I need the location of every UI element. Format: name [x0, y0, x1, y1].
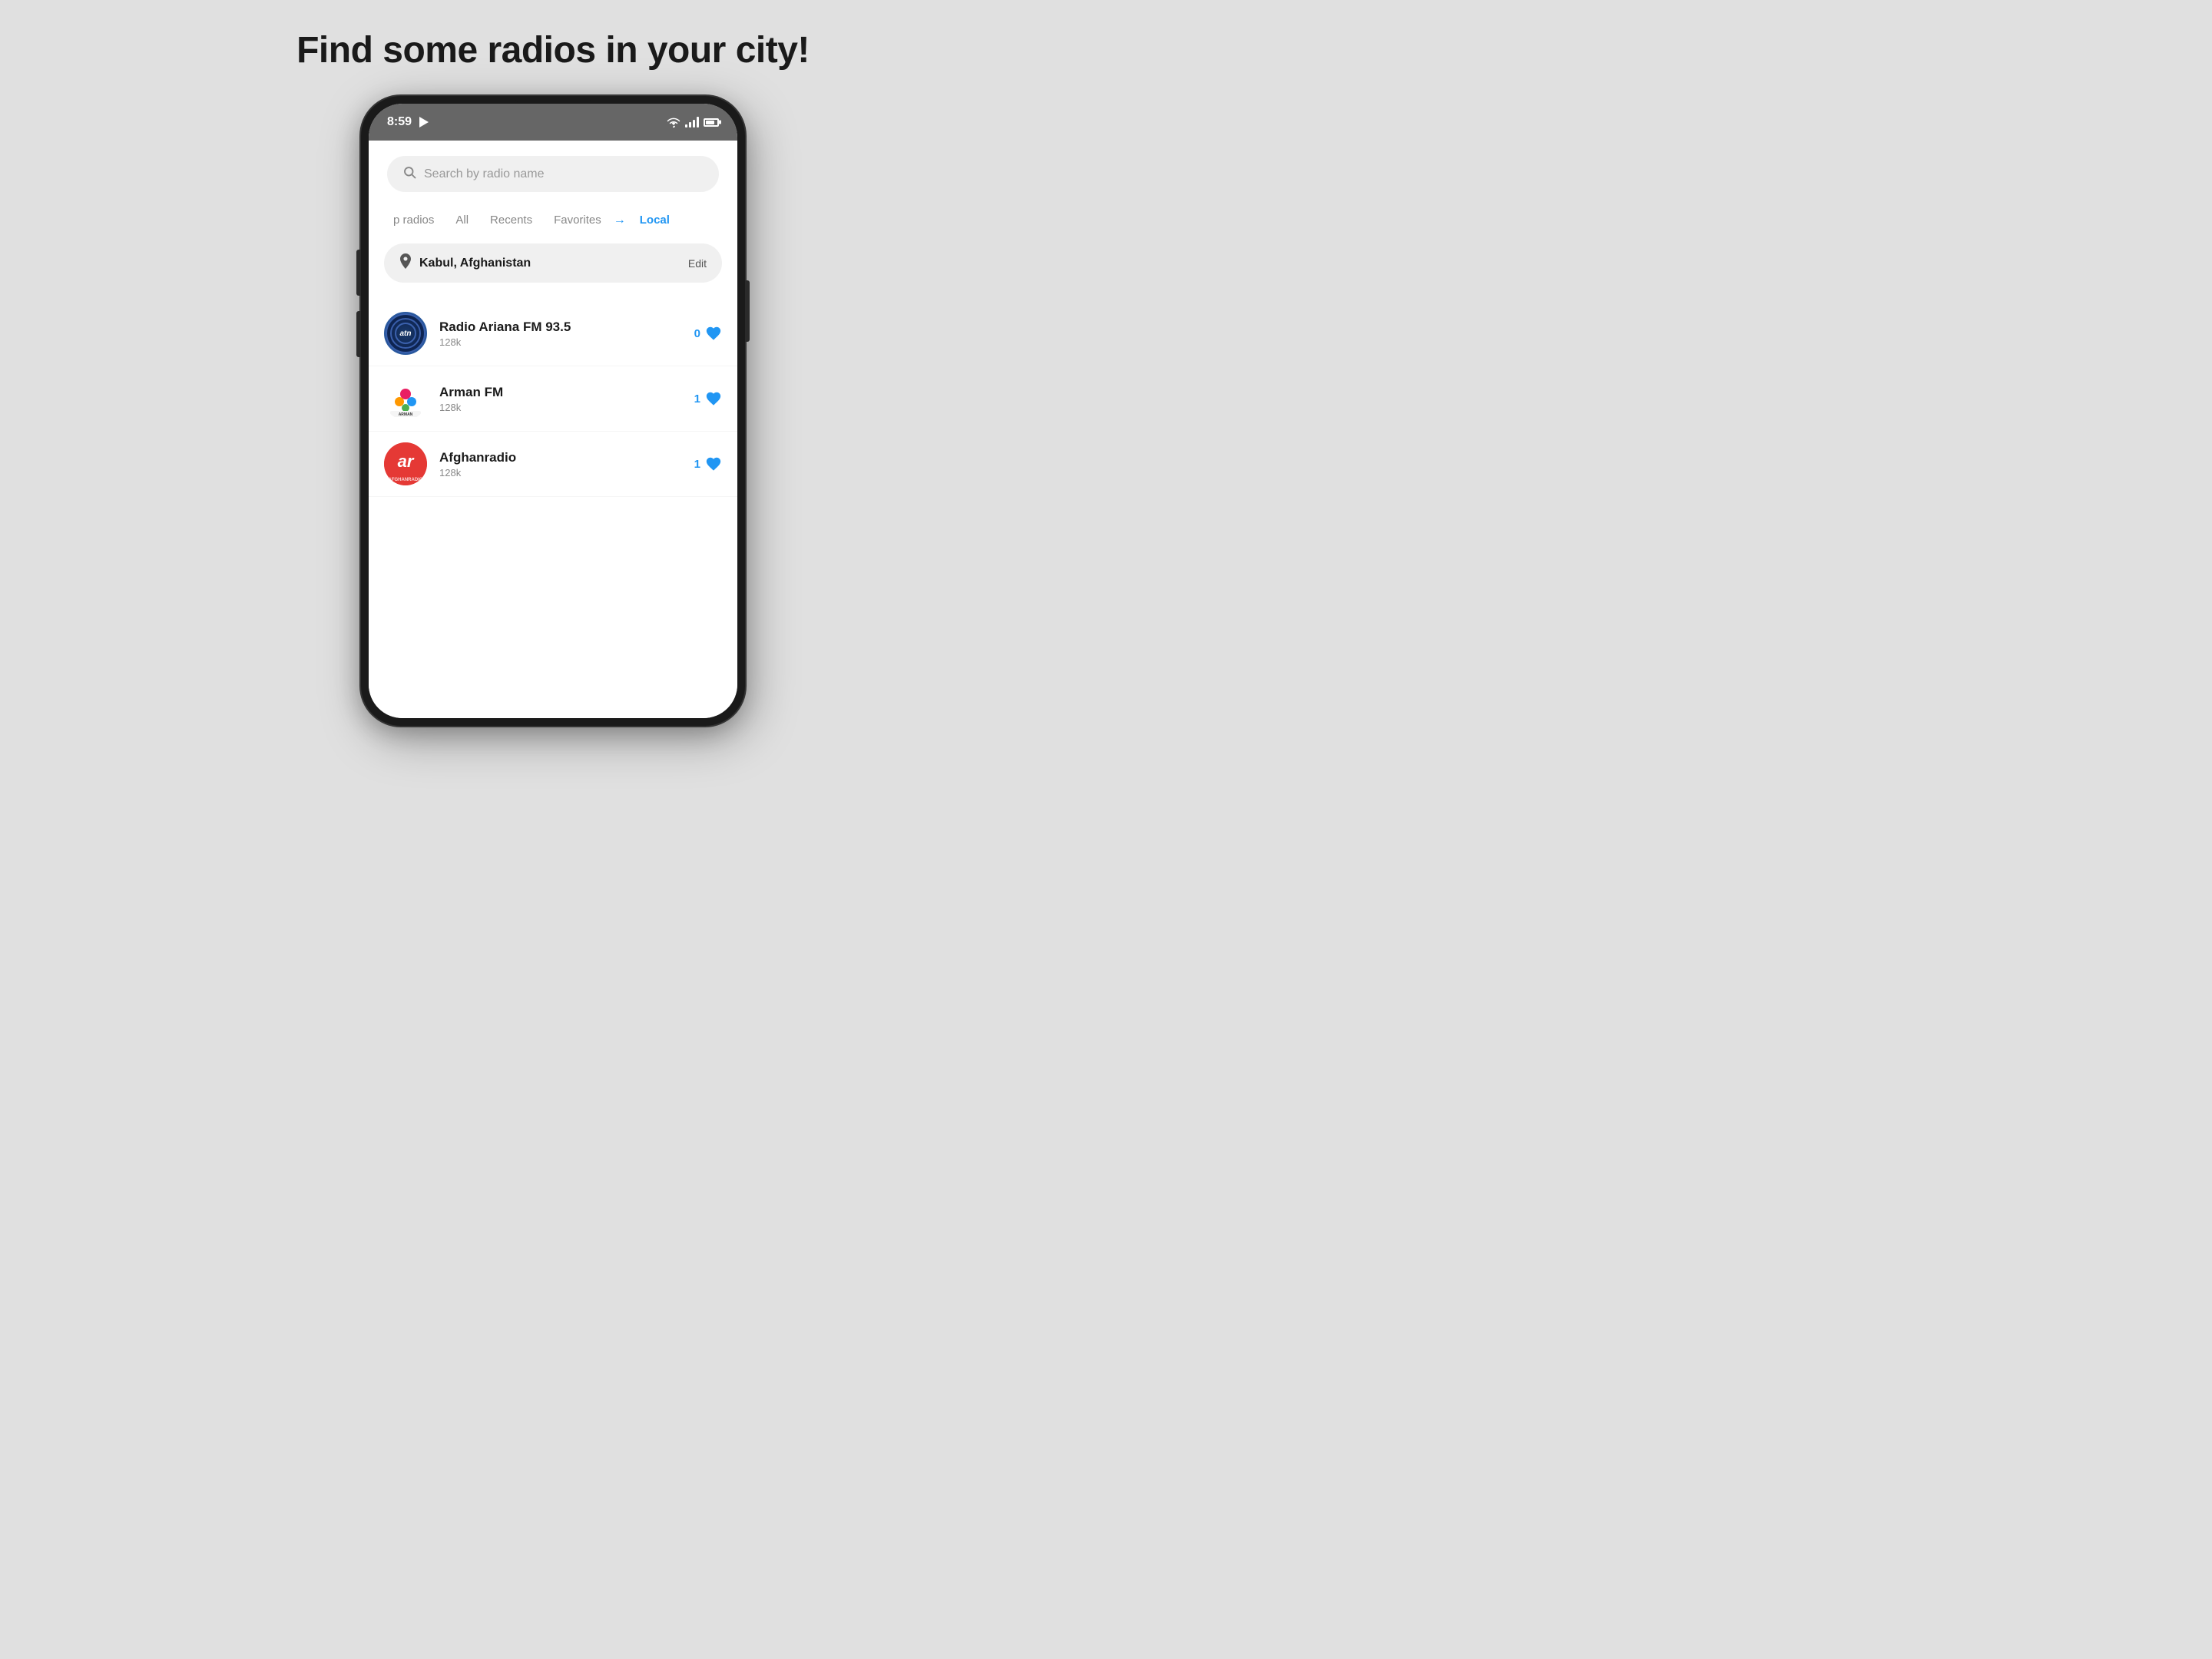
ariana-logo-text: atn: [400, 329, 412, 338]
likes-count: 1: [694, 458, 700, 471]
radio-likes[interactable]: 1: [694, 390, 722, 407]
tab-bar: p radios All Recents Favorites → Local: [369, 204, 737, 236]
phone-notch: [515, 96, 591, 104]
tab-local[interactable]: Local: [631, 207, 679, 233]
location-bar[interactable]: Kabul, Afghanistan Edit: [384, 243, 722, 283]
phone-screen: 8:59: [369, 104, 737, 718]
tab-favorites[interactable]: Favorites: [545, 207, 611, 233]
phone-frame: 8:59: [361, 96, 745, 726]
tab-top-radios[interactable]: p radios: [384, 207, 443, 233]
search-icon: [402, 165, 416, 183]
app-content: Search by radio name p radios All Recent…: [369, 141, 737, 718]
heart-icon: [705, 455, 722, 472]
radio-bitrate: 128k: [439, 336, 682, 348]
radio-logo-arman: ARMAN: [384, 377, 427, 420]
radio-logo-ariana: atn: [384, 312, 427, 355]
heart-icon: [705, 325, 722, 342]
status-time: 8:59: [387, 115, 412, 129]
radio-info: Radio Ariana FM 93.5 128k: [439, 320, 682, 348]
afghan-logo-svg: ar AFGHANRADIO: [384, 442, 427, 485]
location-edit-button[interactable]: Edit: [688, 257, 707, 270]
radio-name: Afghanradio: [439, 450, 682, 465]
likes-count: 0: [694, 327, 700, 340]
wifi-icon: [667, 117, 680, 127]
heart-icon: [705, 390, 722, 407]
radio-list: atn Radio Ariana FM 93.5 128k 0: [369, 295, 737, 503]
status-left: 8:59: [387, 115, 429, 129]
page-title: Find some radios in your city!: [296, 29, 810, 71]
svg-text:AFGHANRADIO: AFGHANRADIO: [389, 478, 423, 482]
status-right: [667, 117, 719, 127]
location-pin-icon: [399, 253, 412, 273]
radio-name: Radio Ariana FM 93.5: [439, 320, 682, 335]
radio-item[interactable]: ARMAN Arman FM 128k 1: [369, 366, 737, 432]
tab-all[interactable]: All: [446, 207, 478, 233]
radio-logo-afghan: ar AFGHANRADIO: [384, 442, 427, 485]
tab-arrow-icon: →: [614, 214, 626, 227]
radio-likes[interactable]: 0: [694, 325, 722, 342]
location-name: Kabul, Afghanistan: [419, 257, 531, 270]
radio-info: Arman FM 128k: [439, 385, 682, 413]
play-icon: [419, 117, 429, 127]
tab-recents[interactable]: Recents: [481, 207, 541, 233]
search-bar[interactable]: Search by radio name: [387, 156, 719, 192]
svg-text:ar: ar: [398, 452, 415, 471]
status-bar: 8:59: [369, 104, 737, 141]
svg-text:ARMAN: ARMAN: [399, 412, 413, 417]
radio-item[interactable]: atn Radio Ariana FM 93.5 128k 0: [369, 301, 737, 366]
search-container: Search by radio name: [369, 141, 737, 204]
arman-logo-svg: ARMAN: [384, 377, 427, 420]
battery-icon: [704, 118, 719, 127]
search-placeholder: Search by radio name: [424, 167, 545, 181]
radio-bitrate: 128k: [439, 467, 682, 478]
radio-item[interactable]: ar AFGHANRADIO Afghanradio 128k 1: [369, 432, 737, 497]
radio-info: Afghanradio 128k: [439, 450, 682, 478]
radio-name: Arman FM: [439, 385, 682, 400]
radio-likes[interactable]: 1: [694, 455, 722, 472]
likes-count: 1: [694, 392, 700, 406]
radio-bitrate: 128k: [439, 402, 682, 413]
location-left: Kabul, Afghanistan: [399, 253, 531, 273]
signal-icon: [685, 117, 699, 127]
